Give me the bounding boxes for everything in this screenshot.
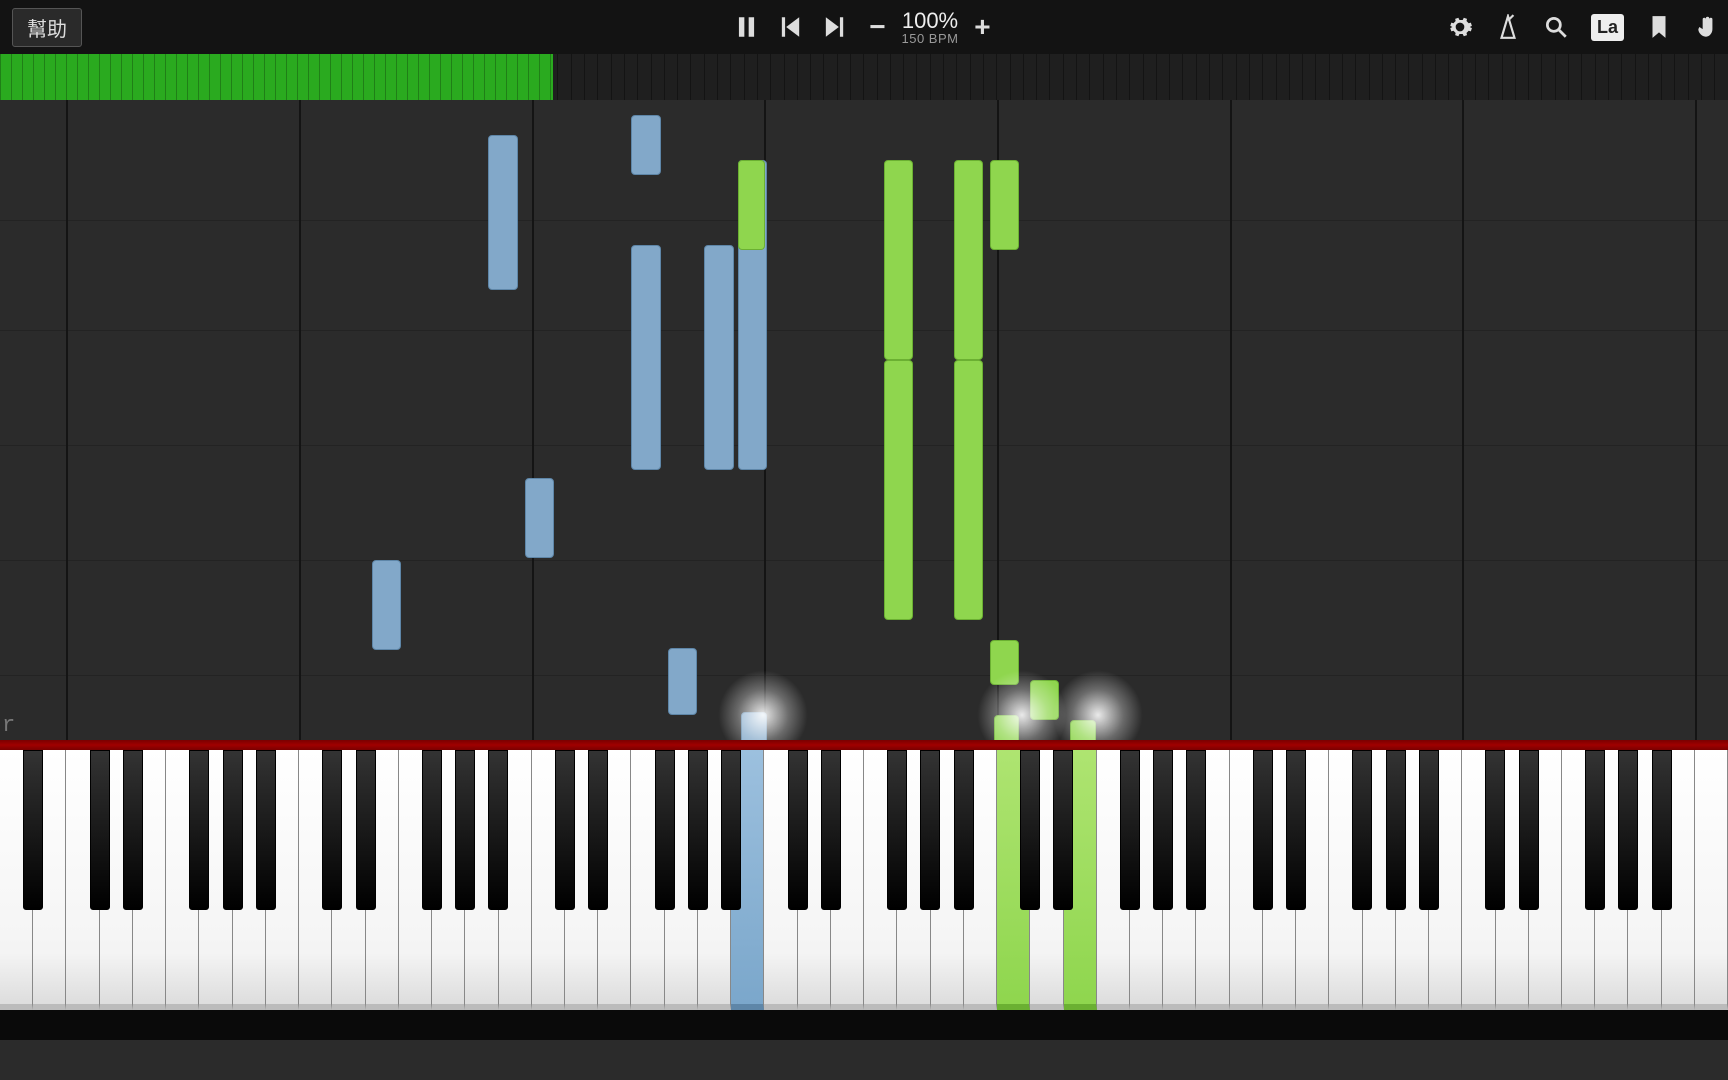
tempo-bpm: 150 BPM [902,32,959,45]
white-key[interactable] [665,750,698,1010]
white-key[interactable] [266,750,299,1010]
falling-note [1030,680,1059,720]
falling-note [990,640,1019,685]
white-key[interactable] [1130,750,1163,1010]
falling-note [990,160,1019,250]
white-key[interactable] [1595,750,1628,1010]
tempo-control: − 100% 150 BPM + [866,10,995,45]
white-key[interactable] [1097,750,1130,1010]
white-key[interactable] [997,750,1030,1010]
white-key[interactable] [233,750,266,1010]
falling-note [631,245,660,470]
white-keys[interactable] [0,750,1728,1010]
synthesia-app: 幫助 − 100% 150 BPM + La [0,0,1728,1080]
falling-note [668,648,697,715]
white-key[interactable] [166,750,199,1010]
falling-note [372,560,401,650]
white-key[interactable] [1263,750,1296,1010]
white-key[interactable] [366,750,399,1010]
white-key[interactable] [1662,750,1695,1010]
white-key[interactable] [133,750,166,1010]
falling-note [525,478,554,558]
white-key[interactable] [964,750,997,1010]
progress-fill [0,54,553,100]
white-key[interactable] [66,750,99,1010]
white-key[interactable] [1163,750,1196,1010]
white-key[interactable] [1562,750,1595,1010]
white-key[interactable] [598,750,631,1010]
white-key[interactable] [432,750,465,1010]
metronome-icon[interactable] [1495,14,1521,40]
white-key[interactable] [1529,750,1562,1010]
playback-controls: − 100% 150 BPM + [734,10,995,45]
bookmark-icon[interactable] [1646,14,1672,40]
white-key[interactable] [199,750,232,1010]
hand-icon[interactable] [1694,14,1720,40]
white-key[interactable] [1695,750,1728,1010]
tempo-display: 100% 150 BPM [902,10,959,45]
falling-note [954,360,983,620]
white-key[interactable] [764,750,797,1010]
falling-note [994,715,1020,740]
white-key[interactable] [1396,750,1429,1010]
gridlines [0,100,1728,740]
white-key[interactable] [931,750,964,1010]
white-key[interactable] [631,750,664,1010]
white-key[interactable] [1064,750,1097,1010]
white-key[interactable] [0,750,33,1010]
white-key[interactable] [731,750,764,1010]
piano-base [0,1010,1728,1040]
white-key[interactable] [399,750,432,1010]
tempo-plus-button[interactable]: + [970,11,994,43]
white-key[interactable] [1429,750,1462,1010]
white-key[interactable] [565,750,598,1010]
next-icon[interactable] [822,14,848,40]
white-key[interactable] [33,750,66,1010]
white-key[interactable] [1030,750,1063,1010]
white-key[interactable] [499,750,532,1010]
white-key[interactable] [532,750,565,1010]
white-key[interactable] [1296,750,1329,1010]
prev-icon[interactable] [778,14,804,40]
white-key[interactable] [798,750,831,1010]
gear-icon[interactable] [1447,14,1473,40]
white-key[interactable] [1196,750,1229,1010]
white-key[interactable] [1329,750,1362,1010]
falling-note [884,160,913,360]
white-key[interactable] [332,750,365,1010]
white-key[interactable] [299,750,332,1010]
piano-felt [0,740,1728,750]
tempo-minus-button[interactable]: − [866,11,890,43]
white-key[interactable] [864,750,897,1010]
falling-note [488,135,517,290]
search-icon[interactable] [1543,14,1569,40]
falling-note [954,160,983,360]
white-key[interactable] [897,750,930,1010]
white-key[interactable] [1230,750,1263,1010]
white-key[interactable] [465,750,498,1010]
white-key[interactable] [1363,750,1396,1010]
white-key[interactable] [1462,750,1495,1010]
white-key[interactable] [100,750,133,1010]
white-key[interactable] [1496,750,1529,1010]
pause-icon[interactable] [734,14,760,40]
falling-note [1070,720,1096,740]
help-button[interactable]: 幫助 [12,8,82,47]
note-fall-area: r [0,100,1728,740]
note-name-toggle[interactable]: La [1591,14,1624,41]
white-key[interactable] [831,750,864,1010]
piano-keyboard[interactable] [0,740,1728,1040]
falling-note [631,115,660,175]
song-progress-bar[interactable] [0,54,1728,100]
falling-note [738,160,766,250]
falling-note [704,245,733,470]
falling-note [741,712,767,740]
white-key[interactable] [1628,750,1661,1010]
topbar: 幫助 − 100% 150 BPM + La [0,0,1728,54]
right-toolbar: La [1447,14,1720,41]
white-key[interactable] [698,750,731,1010]
footer-char: r [2,713,15,738]
tempo-percent: 100% [902,10,959,32]
falling-note [884,360,913,620]
